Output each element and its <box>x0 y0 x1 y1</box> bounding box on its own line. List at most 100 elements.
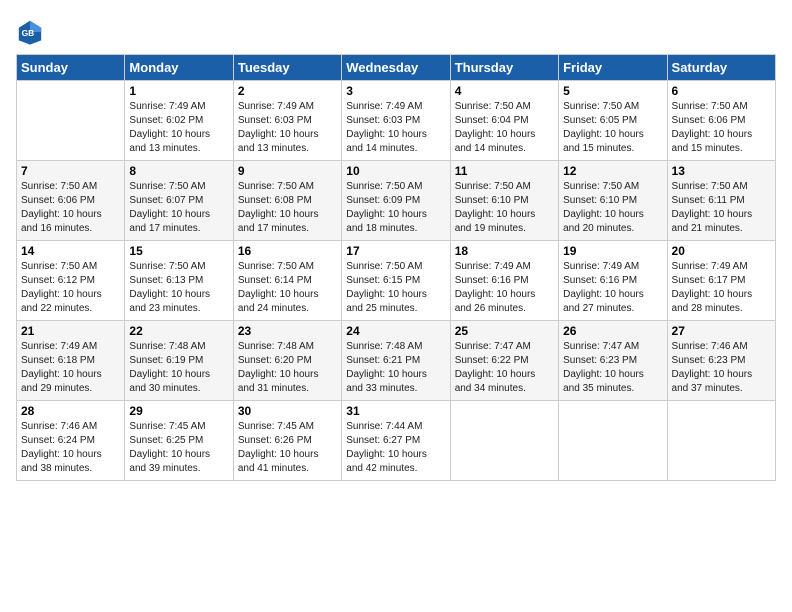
day-number: 4 <box>455 84 554 98</box>
day-info: Sunrise: 7:48 AM Sunset: 6:21 PM Dayligh… <box>346 340 445 396</box>
day-info: Sunrise: 7:50 AM Sunset: 6:09 PM Dayligh… <box>346 180 445 236</box>
day-number: 25 <box>455 324 554 338</box>
calendar-cell: 1 Sunrise: 7:49 AM Sunset: 6:02 PM Daylig… <box>125 81 233 161</box>
calendar-cell: 9 Sunrise: 7:50 AM Sunset: 6:08 PM Daylig… <box>233 161 341 241</box>
calendar-cell: 3 Sunrise: 7:49 AM Sunset: 6:03 PM Daylig… <box>342 81 450 161</box>
day-info: Sunrise: 7:50 AM Sunset: 6:10 PM Dayligh… <box>563 180 662 236</box>
day-number: 30 <box>238 404 337 418</box>
weekday-header-friday: Friday <box>559 55 667 81</box>
day-number: 24 <box>346 324 445 338</box>
weekday-header-tuesday: Tuesday <box>233 55 341 81</box>
calendar-cell: 30 Sunrise: 7:45 AM Sunset: 6:26 PM Dayli… <box>233 401 341 481</box>
day-info: Sunrise: 7:47 AM Sunset: 6:22 PM Dayligh… <box>455 340 554 396</box>
day-number: 2 <box>238 84 337 98</box>
day-number: 3 <box>346 84 445 98</box>
calendar-cell: 17 Sunrise: 7:50 AM Sunset: 6:15 PM Dayli… <box>342 241 450 321</box>
day-info: Sunrise: 7:50 AM Sunset: 6:07 PM Dayligh… <box>129 180 228 236</box>
calendar-cell: 7Sunrise: 7:50 AM Sunset: 6:06 PM Daylig… <box>17 161 125 241</box>
day-number: 8 <box>129 164 228 178</box>
day-info: Sunrise: 7:50 AM Sunset: 6:06 PM Dayligh… <box>21 180 120 236</box>
calendar-week-row: 28 Sunrise: 7:46 AM Sunset: 6:24 PM Dayli… <box>17 401 776 481</box>
day-info: Sunrise: 7:48 AM Sunset: 6:20 PM Dayligh… <box>238 340 337 396</box>
day-info: Sunrise: 7:50 AM Sunset: 6:08 PM Dayligh… <box>238 180 337 236</box>
day-info: Sunrise: 7:45 AM Sunset: 6:26 PM Dayligh… <box>238 420 337 476</box>
day-number: 29 <box>129 404 228 418</box>
calendar-cell: 25 Sunrise: 7:47 AM Sunset: 6:22 PM Dayli… <box>450 321 558 401</box>
day-number: 10 <box>346 164 445 178</box>
day-number: 27 <box>672 324 771 338</box>
day-number: 22 <box>129 324 228 338</box>
day-number: 6 <box>672 84 771 98</box>
day-info: Sunrise: 7:50 AM Sunset: 6:14 PM Dayligh… <box>238 260 337 316</box>
calendar-cell: 18 Sunrise: 7:49 AM Sunset: 6:16 PM Dayli… <box>450 241 558 321</box>
calendar-cell: 10 Sunrise: 7:50 AM Sunset: 6:09 PM Dayli… <box>342 161 450 241</box>
calendar-cell: 11 Sunrise: 7:50 AM Sunset: 6:10 PM Dayli… <box>450 161 558 241</box>
day-number: 23 <box>238 324 337 338</box>
day-info: Sunrise: 7:50 AM Sunset: 6:11 PM Dayligh… <box>672 180 771 236</box>
calendar-week-row: 7Sunrise: 7:50 AM Sunset: 6:06 PM Daylig… <box>17 161 776 241</box>
day-info: Sunrise: 7:45 AM Sunset: 6:25 PM Dayligh… <box>129 420 228 476</box>
day-info: Sunrise: 7:44 AM Sunset: 6:27 PM Dayligh… <box>346 420 445 476</box>
day-info: Sunrise: 7:46 AM Sunset: 6:24 PM Dayligh… <box>21 420 120 476</box>
calendar-cell: 24 Sunrise: 7:48 AM Sunset: 6:21 PM Dayli… <box>342 321 450 401</box>
day-number: 28 <box>21 404 120 418</box>
day-info: Sunrise: 7:50 AM Sunset: 6:13 PM Dayligh… <box>129 260 228 316</box>
calendar-cell: 31 Sunrise: 7:44 AM Sunset: 6:27 PM Dayli… <box>342 401 450 481</box>
day-number: 9 <box>238 164 337 178</box>
day-number: 11 <box>455 164 554 178</box>
calendar-week-row: 1 Sunrise: 7:49 AM Sunset: 6:02 PM Daylig… <box>17 81 776 161</box>
calendar-cell: 16 Sunrise: 7:50 AM Sunset: 6:14 PM Dayli… <box>233 241 341 321</box>
day-info: Sunrise: 7:49 AM Sunset: 6:16 PM Dayligh… <box>455 260 554 316</box>
calendar-week-row: 21Sunrise: 7:49 AM Sunset: 6:18 PM Dayli… <box>17 321 776 401</box>
day-info: Sunrise: 7:49 AM Sunset: 6:03 PM Dayligh… <box>346 100 445 156</box>
day-number: 20 <box>672 244 771 258</box>
weekday-header-sunday: Sunday <box>17 55 125 81</box>
calendar-cell: 27 Sunrise: 7:46 AM Sunset: 6:23 PM Dayli… <box>667 321 775 401</box>
day-number: 13 <box>672 164 771 178</box>
day-info: Sunrise: 7:48 AM Sunset: 6:19 PM Dayligh… <box>129 340 228 396</box>
day-info: Sunrise: 7:50 AM Sunset: 6:06 PM Dayligh… <box>672 100 771 156</box>
day-info: Sunrise: 7:49 AM Sunset: 6:02 PM Dayligh… <box>129 100 228 156</box>
calendar-cell: 23 Sunrise: 7:48 AM Sunset: 6:20 PM Dayli… <box>233 321 341 401</box>
calendar-cell: 19 Sunrise: 7:49 AM Sunset: 6:16 PM Dayli… <box>559 241 667 321</box>
day-info: Sunrise: 7:46 AM Sunset: 6:23 PM Dayligh… <box>672 340 771 396</box>
general-blue-logo-icon: GB <box>16 18 44 46</box>
day-number: 16 <box>238 244 337 258</box>
calendar-week-row: 14 Sunrise: 7:50 AM Sunset: 6:12 PM Dayli… <box>17 241 776 321</box>
day-info: Sunrise: 7:50 AM Sunset: 6:05 PM Dayligh… <box>563 100 662 156</box>
day-number: 14 <box>21 244 120 258</box>
calendar-cell: 4 Sunrise: 7:50 AM Sunset: 6:04 PM Daylig… <box>450 81 558 161</box>
calendar-cell: 14 Sunrise: 7:50 AM Sunset: 6:12 PM Dayli… <box>17 241 125 321</box>
day-info: Sunrise: 7:49 AM Sunset: 6:16 PM Dayligh… <box>563 260 662 316</box>
day-info: Sunrise: 7:49 AM Sunset: 6:17 PM Dayligh… <box>672 260 771 316</box>
calendar-cell: 5 Sunrise: 7:50 AM Sunset: 6:05 PM Daylig… <box>559 81 667 161</box>
day-info: Sunrise: 7:49 AM Sunset: 6:03 PM Dayligh… <box>238 100 337 156</box>
logo-container: GB <box>16 16 48 46</box>
calendar-cell: 28 Sunrise: 7:46 AM Sunset: 6:24 PM Dayli… <box>17 401 125 481</box>
day-number: 17 <box>346 244 445 258</box>
svg-text:GB: GB <box>22 28 35 38</box>
calendar-cell: 21Sunrise: 7:49 AM Sunset: 6:18 PM Dayli… <box>17 321 125 401</box>
calendar-cell <box>559 401 667 481</box>
day-info: Sunrise: 7:50 AM Sunset: 6:12 PM Dayligh… <box>21 260 120 316</box>
weekday-header-saturday: Saturday <box>667 55 775 81</box>
day-number: 18 <box>455 244 554 258</box>
day-number: 26 <box>563 324 662 338</box>
calendar-cell: 29 Sunrise: 7:45 AM Sunset: 6:25 PM Dayli… <box>125 401 233 481</box>
day-info: Sunrise: 7:47 AM Sunset: 6:23 PM Dayligh… <box>563 340 662 396</box>
calendar-cell: 15 Sunrise: 7:50 AM Sunset: 6:13 PM Dayli… <box>125 241 233 321</box>
day-number: 1 <box>129 84 228 98</box>
day-info: Sunrise: 7:50 AM Sunset: 6:15 PM Dayligh… <box>346 260 445 316</box>
day-number: 31 <box>346 404 445 418</box>
calendar-cell <box>17 81 125 161</box>
day-number: 5 <box>563 84 662 98</box>
day-number: 15 <box>129 244 228 258</box>
day-number: 19 <box>563 244 662 258</box>
calendar-cell: 8 Sunrise: 7:50 AM Sunset: 6:07 PM Daylig… <box>125 161 233 241</box>
day-info: Sunrise: 7:50 AM Sunset: 6:10 PM Dayligh… <box>455 180 554 236</box>
calendar-cell: 2 Sunrise: 7:49 AM Sunset: 6:03 PM Daylig… <box>233 81 341 161</box>
calendar-cell <box>667 401 775 481</box>
day-info: Sunrise: 7:49 AM Sunset: 6:18 PM Dayligh… <box>21 340 120 396</box>
calendar-table: SundayMondayTuesdayWednesdayThursdayFrid… <box>16 54 776 481</box>
day-info: Sunrise: 7:50 AM Sunset: 6:04 PM Dayligh… <box>455 100 554 156</box>
